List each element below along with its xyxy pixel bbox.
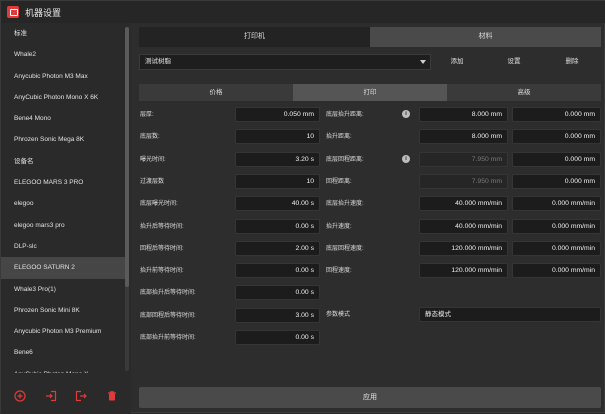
info-icon[interactable]: i [402, 110, 410, 118]
window-title: 机器设置 [25, 7, 62, 18]
param-input[interactable]: 40.000 mm/min [419, 196, 508, 212]
param-label: 抬升距离: [326, 134, 352, 141]
machine-list-item[interactable]: ELEGOO MARS 3 PRO [1, 172, 125, 193]
machine-list-item[interactable]: elegoo mars3 pro [1, 215, 125, 236]
param-label: 底层回程速度: [326, 245, 364, 252]
param-label: 抬升速度: [326, 223, 352, 230]
param-input[interactable]: 10 [235, 129, 320, 145]
param-label: 曝光时间: [140, 156, 166, 163]
param-label: 底层数: [140, 134, 160, 141]
param-label: 层厚: [140, 112, 154, 118]
param-label: 底部回程后等待时间: [140, 312, 196, 319]
param-input-secondary[interactable]: 0.000 mm/min [512, 196, 601, 212]
machine-list-item[interactable]: Bene4 Mono [1, 108, 125, 129]
param-label: 底层抬升速度: [326, 201, 364, 208]
machine-list-item[interactable]: AnyCubic Photon Mono X [1, 364, 125, 373]
param-input[interactable]: 0.00 s [235, 285, 320, 301]
list-scrollbar[interactable] [125, 27, 129, 371]
param-input[interactable]: 40.000 mm/min [419, 218, 508, 234]
machine-list-item[interactable]: Anycubic Photon M3 Premium [1, 321, 125, 342]
machine-list-panel: 标准 Whale2 Anycubic Photon M3 Max AnyCubic P… [1, 23, 131, 414]
param-label: 回程速度: [326, 268, 352, 275]
param-label: 底部抬升前等待时间: [140, 335, 196, 341]
tab-print[interactable]: 打印 [293, 84, 447, 101]
param-label: 底层曝光时间: [140, 201, 178, 208]
param-input[interactable]: 0.00 s [235, 330, 320, 345]
app-icon [7, 6, 19, 18]
machine-list-item[interactable]: Bene6 [1, 342, 125, 363]
machine-list-item[interactable]: 标准 [1, 23, 125, 44]
profile-dropdown-value: 测试树脂 [145, 58, 171, 65]
param-input[interactable]: 8.000 mm [419, 107, 508, 122]
param-input[interactable]: 120.000 mm/min [419, 263, 508, 279]
machine-list-item[interactable]: Phrozen Sonic Mega 8K [1, 129, 125, 150]
trash-icon[interactable] [106, 390, 118, 402]
machine-list-item[interactable]: elegoo [1, 193, 125, 214]
param-input-secondary[interactable]: 0.000 mm [512, 129, 601, 145]
machine-list-item[interactable]: ELEGOO SATURN 2 [1, 257, 125, 279]
param-label: 抬升前等待时间: [140, 268, 184, 275]
export-icon[interactable] [75, 390, 88, 402]
add-profile-button[interactable]: 添加 [437, 54, 477, 70]
param-input[interactable]: 0.00 s [235, 263, 320, 279]
tab-material[interactable]: 材料 [370, 27, 601, 47]
add-circle-icon[interactable] [14, 390, 26, 402]
import-icon[interactable] [45, 390, 57, 402]
profile-dropdown[interactable]: 测试树脂 [139, 54, 431, 70]
param-input[interactable]: 10 [235, 173, 320, 189]
machine-list-item[interactable]: Whale3 Pro(1) [1, 279, 125, 300]
title-bar: 机器设置 [1, 1, 605, 23]
top-tab-bar: 打印机 材料 [139, 27, 601, 47]
param-mode-dropdown[interactable]: 静态模式 [419, 307, 601, 322]
machine-settings-window: 机器设置 标准 Whale2 Anycubic Photon M3 Max AnyCu… [0, 0, 605, 414]
param-input-secondary[interactable]: 0.000 mm/min [512, 218, 601, 234]
param-label: 回程距离: [326, 178, 352, 185]
param-input[interactable]: 7.950 mm [419, 173, 508, 189]
list-actions [1, 383, 131, 409]
machine-list-item[interactable]: Whale2 [1, 44, 125, 65]
tab-advanced[interactable]: 高级 [447, 84, 601, 101]
tab-printer[interactable]: 打印机 [139, 27, 370, 47]
param-input[interactable]: 3.00 s [235, 307, 320, 323]
scrollbar-thumb[interactable] [125, 27, 129, 287]
info-icon[interactable]: i [402, 154, 410, 163]
sub-tab-bar: 价格 打印 高级 [139, 84, 601, 101]
param-input-secondary[interactable]: 0.000 mm/min [512, 240, 601, 256]
delete-profile-button[interactable]: 删除 [552, 54, 592, 70]
param-label: 底层抬升距离: [326, 112, 364, 118]
machine-list-item[interactable]: AnyCubic Photon Mono X 6K [1, 87, 125, 108]
param-input[interactable]: 3.20 s [235, 151, 320, 167]
settings-panel: 打印机 材料 测试树脂 添加 设置 删除 价格 打印 高级 参数模式 静态模式 … [135, 23, 605, 414]
machine-list-item[interactable]: DLP-slc [1, 236, 125, 257]
machine-list: 标准 Whale2 Anycubic Photon M3 Max AnyCubic P… [1, 23, 125, 373]
param-input[interactable]: 8.000 mm [419, 129, 508, 145]
param-input[interactable]: 40.00 s [235, 196, 320, 212]
param-input[interactable]: 120.000 mm/min [419, 240, 508, 256]
profile-row: 测试树脂 添加 设置 删除 [139, 54, 601, 70]
param-mode-value: 静态模式 [425, 311, 451, 318]
machine-list-item[interactable]: Anycubic Photon M3 Max [1, 66, 125, 87]
param-label: 回程后等待时间: [140, 245, 184, 252]
param-input-secondary[interactable]: 0.000 mm [512, 151, 601, 167]
param-label: 过渡层数 [140, 178, 165, 185]
param-label: 底部抬升后等待时间: [140, 290, 196, 297]
param-input[interactable]: 2.00 s [235, 240, 320, 256]
profile-settings-button[interactable]: 设置 [494, 54, 534, 70]
param-label: 底层回程距离: [326, 156, 364, 163]
param-input-secondary[interactable]: 0.000 mm/min [512, 263, 601, 279]
param-input[interactable]: 0.050 mm [235, 107, 320, 122]
param-mode-label: 参数模式 [326, 312, 351, 318]
machine-list-item[interactable]: Phrozen Sonic Mini 8K [1, 300, 125, 321]
param-input[interactable]: 0.00 s [235, 218, 320, 234]
chevron-down-icon [420, 60, 426, 64]
param-input-secondary[interactable]: 0.000 mm [512, 107, 601, 122]
tab-price[interactable]: 价格 [139, 84, 293, 101]
param-input-secondary[interactable]: 0.000 mm [512, 173, 601, 189]
apply-button[interactable]: 应用 [139, 387, 601, 408]
machine-list-item[interactable]: 设备名 [1, 151, 125, 172]
param-input[interactable]: 7.950 mm [419, 151, 508, 167]
param-label: 抬升后等待时间: [140, 223, 184, 230]
